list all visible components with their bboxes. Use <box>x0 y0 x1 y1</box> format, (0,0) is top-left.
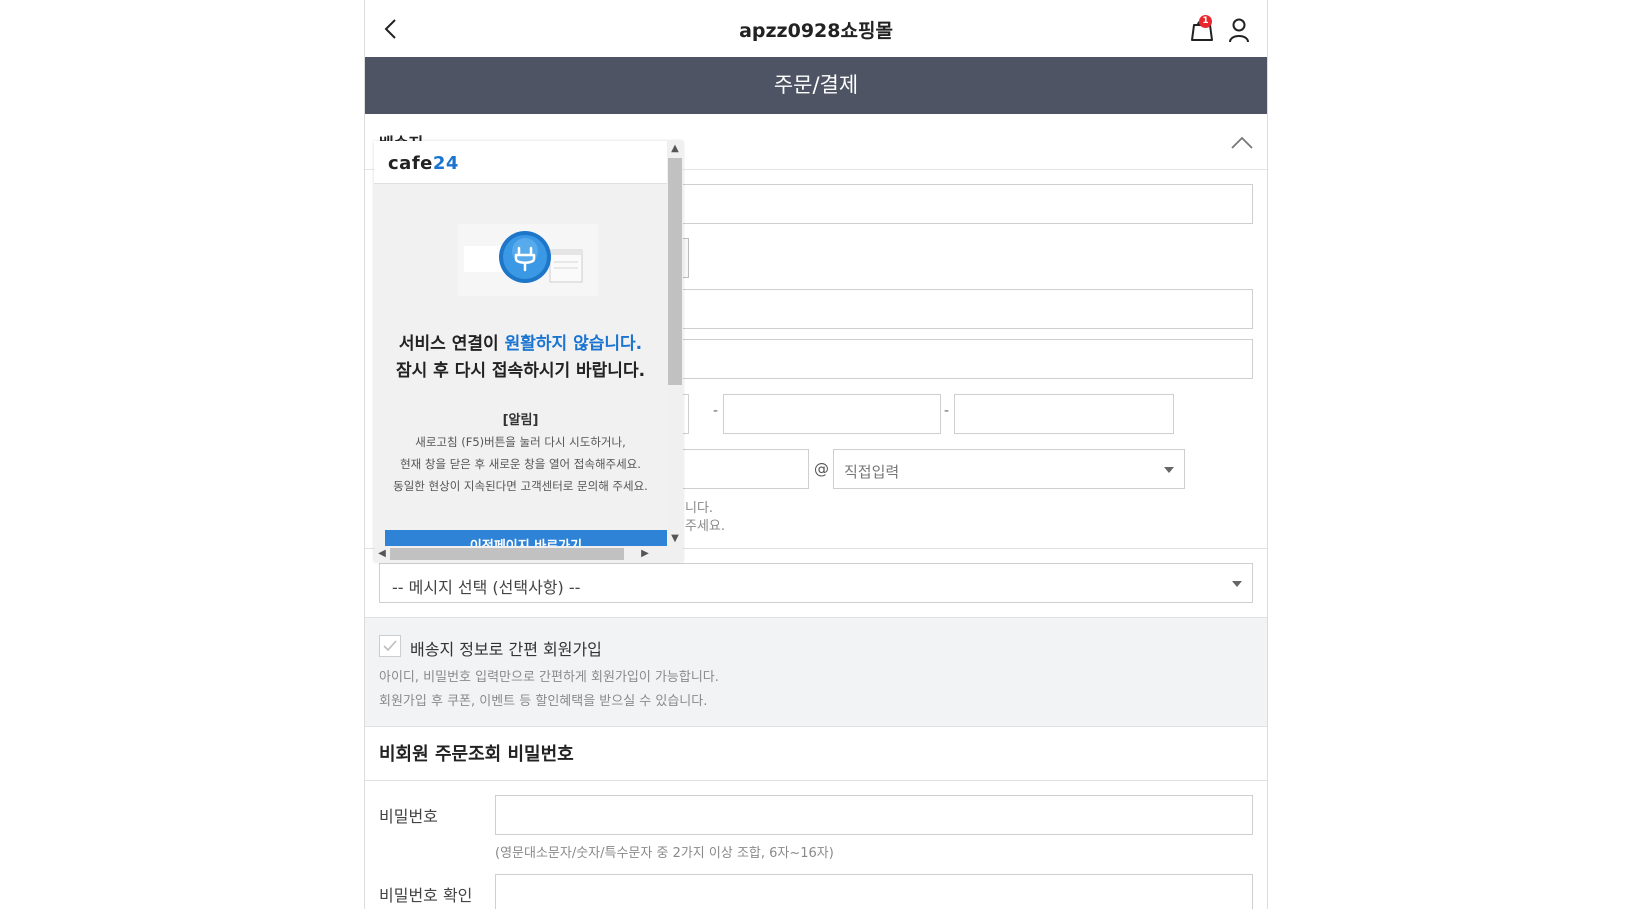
scroll-right-icon[interactable]: ▶ <box>638 547 652 561</box>
quick-join-desc-2: 회원가입 후 쿠폰, 이벤트 등 할인혜택을 받으실 수 있습니다. <box>379 694 708 709</box>
chevron-up-icon <box>1231 136 1253 149</box>
vertical-scroll-thumb[interactable] <box>668 158 682 385</box>
error-highlight: 원활하지 않습니다. <box>504 334 643 354</box>
password-hint: (영문대소문자/숫자/특수문자 중 2가지 이상 조합, 6자~16자) <box>495 846 834 861</box>
quick-join-box: 배송지 정보로 간편 회원가입 아이디, 비밀번호 입력만으로 간편하게 회원가… <box>365 617 1267 727</box>
delivery-message-value: -- 메시지 선택 (선택사항) -- <box>392 578 581 597</box>
cafe24-logo: cafe24 <box>388 153 459 174</box>
shop-name[interactable]: apzz0928쇼핑몰 <box>365 16 1267 43</box>
popup-body: 서비스 연결이 원활하지 않습니다. 잠시 후 다시 접속하시기 바랍니다. [… <box>374 184 667 546</box>
my-account-button[interactable] <box>1225 15 1253 45</box>
collapse-button[interactable] <box>1229 134 1255 152</box>
user-icon <box>1229 18 1249 43</box>
notice-line: 새로고침 (F5)버튼을 눌러 다시 시도하거나, <box>415 435 626 449</box>
horizontal-scroll-thumb[interactable] <box>390 548 624 560</box>
notice-line: 동일한 현상이 지속된다면 고객센터로 문의해 주세요. <box>393 479 648 493</box>
password-confirm-input[interactable] <box>495 874 1253 909</box>
password-confirm-label: 비밀번호 확인 <box>379 886 473 905</box>
guest-password-title: 비회원 주문조회 비밀번호 <box>379 744 574 765</box>
quick-join-desc-1: 아이디, 비밀번호 입력만으로 간편하게 회원가입이 가능합니다. <box>379 670 719 685</box>
delivery-message-select[interactable]: -- 메시지 선택 (선택사항) -- <box>379 563 1253 603</box>
email-domain-value: 직접입력 <box>844 463 900 481</box>
quick-join-checkbox[interactable] <box>379 635 401 657</box>
email-at-sign: @ <box>814 460 829 478</box>
page-title: 주문/결제 <box>365 57 1267 114</box>
error-message-line1: 서비스 연결이 원활하지 않습니다. <box>374 329 667 354</box>
password-label: 비밀번호 <box>379 807 438 826</box>
service-error-popup: cafe24 서비스 연결이 원활하지 않습니다. 잠시 후 다시 접속하시기 … <box>374 141 683 562</box>
email-note-2: 주세요. <box>685 519 726 534</box>
chevron-down-icon <box>1232 581 1242 587</box>
quick-join-label[interactable]: 배송지 정보로 간편 회원가입 <box>410 636 602 660</box>
email-domain-select[interactable]: 직접입력 <box>833 449 1185 489</box>
logo-number: 24 <box>432 153 459 174</box>
scroll-left-icon[interactable]: ◀ <box>375 547 389 561</box>
notice-title: [알림] <box>502 413 539 428</box>
email-note-1: 니다. <box>685 501 714 516</box>
phone-middle-input[interactable] <box>723 394 941 434</box>
check-icon <box>383 640 397 652</box>
notice-line: 현재 창을 닫은 후 새로운 창을 열어 접속해주세요. <box>400 457 641 471</box>
password-input[interactable] <box>495 795 1253 835</box>
scroll-up-icon[interactable]: ▲ <box>668 142 682 156</box>
scroll-down-icon[interactable]: ▼ <box>668 532 682 546</box>
error-text: 서비스 연결이 <box>398 334 505 354</box>
error-message-line2: 잠시 후 다시 접속하시기 바랍니다. <box>395 361 646 381</box>
logo-text: cafe <box>388 153 433 174</box>
top-bar: apzz0928쇼핑몰 1 <box>365 0 1267 57</box>
section-divider <box>365 780 1267 781</box>
plug-icon <box>458 224 598 296</box>
popup-header: cafe24 <box>374 141 667 184</box>
cart-count-badge: 1 <box>1199 15 1212 28</box>
phone-last-input[interactable] <box>954 394 1174 434</box>
phone-separator: - <box>713 403 719 419</box>
phone-separator: - <box>944 403 950 419</box>
chevron-down-icon <box>1164 467 1174 473</box>
